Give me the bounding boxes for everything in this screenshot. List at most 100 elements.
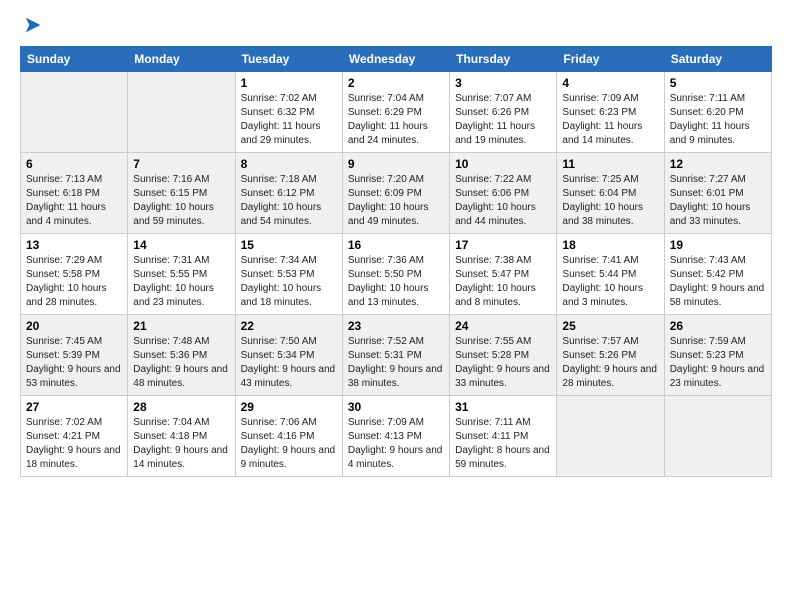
column-header-tuesday: Tuesday [235, 47, 342, 72]
day-info: Sunrise: 7:16 AM Sunset: 6:15 PM Dayligh… [133, 173, 229, 229]
calendar-cell: 24 Sunrise: 7:55 AM Sunset: 5:28 PM Dayli… [450, 315, 557, 396]
day-number: 13 [26, 238, 122, 252]
day-number: 3 [455, 76, 551, 90]
day-info: Sunrise: 7:07 AM Sunset: 6:26 PM Dayligh… [455, 92, 551, 148]
calendar-cell: 23 Sunrise: 7:52 AM Sunset: 5:31 PM Dayli… [342, 315, 449, 396]
calendar-week-row: 27 Sunrise: 7:02 AM Sunset: 4:21 PM Dayli… [21, 396, 772, 477]
day-info: Sunrise: 7:09 AM Sunset: 6:23 PM Dayligh… [562, 92, 658, 148]
calendar-cell [21, 72, 128, 153]
column-header-friday: Friday [557, 47, 664, 72]
day-info: Sunrise: 7:50 AM Sunset: 5:34 PM Dayligh… [241, 335, 337, 391]
calendar-cell: 5 Sunrise: 7:11 AM Sunset: 6:20 PM Daylig… [664, 72, 771, 153]
calendar-cell: 30 Sunrise: 7:09 AM Sunset: 4:13 PM Dayli… [342, 396, 449, 477]
calendar-cell: 26Sunrise: 7:59 AM Sunset: 5:23 PM Dayli… [664, 315, 771, 396]
day-info: Sunrise: 7:48 AM Sunset: 5:36 PM Dayligh… [133, 335, 229, 391]
day-info: Sunrise: 7:20 AM Sunset: 6:09 PM Dayligh… [348, 173, 444, 229]
day-number: 22 [241, 319, 337, 333]
calendar-header-row: SundayMondayTuesdayWednesdayThursdayFrid… [21, 47, 772, 72]
calendar-cell: 12 Sunrise: 7:27 AM Sunset: 6:01 PM Dayli… [664, 153, 771, 234]
day-number: 12 [670, 157, 766, 171]
day-info: Sunrise: 7:36 AM Sunset: 5:50 PM Dayligh… [348, 254, 444, 310]
header [20, 16, 772, 36]
day-number: 5 [670, 76, 766, 90]
calendar-cell: 3 Sunrise: 7:07 AM Sunset: 6:26 PM Daylig… [450, 72, 557, 153]
day-number: 2 [348, 76, 444, 90]
day-number: 6 [26, 157, 122, 171]
day-info: Sunrise: 7:52 AM Sunset: 5:31 PM Dayligh… [348, 335, 444, 391]
calendar-cell: 1 Sunrise: 7:02 AM Sunset: 6:32 PM Daylig… [235, 72, 342, 153]
day-number: 17 [455, 238, 551, 252]
day-number: 28 [133, 400, 229, 414]
day-number: 11 [562, 157, 658, 171]
day-number: 15 [241, 238, 337, 252]
day-info: Sunrise: 7:02 AM Sunset: 6:32 PM Dayligh… [241, 92, 337, 148]
calendar-cell: 4 Sunrise: 7:09 AM Sunset: 6:23 PM Daylig… [557, 72, 664, 153]
calendar-cell: 27 Sunrise: 7:02 AM Sunset: 4:21 PM Dayli… [21, 396, 128, 477]
day-number: 30 [348, 400, 444, 414]
day-number: 24 [455, 319, 551, 333]
day-number: 25 [562, 319, 658, 333]
calendar-cell: 29Sunrise: 7:06 AM Sunset: 4:16 PM Dayli… [235, 396, 342, 477]
calendar-cell: 31 Sunrise: 7:11 AM Sunset: 4:11 PM Dayli… [450, 396, 557, 477]
calendar-cell: 22 Sunrise: 7:50 AM Sunset: 5:34 PM Dayli… [235, 315, 342, 396]
day-info: Sunrise: 7:29 AM Sunset: 5:58 PM Dayligh… [26, 254, 122, 310]
calendar-cell: 9 Sunrise: 7:20 AM Sunset: 6:09 PM Daylig… [342, 153, 449, 234]
calendar-week-row: 1 Sunrise: 7:02 AM Sunset: 6:32 PM Daylig… [21, 72, 772, 153]
day-number: 1 [241, 76, 337, 90]
calendar-cell: 6 Sunrise: 7:13 AM Sunset: 6:18 PM Daylig… [21, 153, 128, 234]
calendar-cell: 2 Sunrise: 7:04 AM Sunset: 6:29 PM Daylig… [342, 72, 449, 153]
day-number: 27 [26, 400, 122, 414]
day-info: Sunrise: 7:02 AM Sunset: 4:21 PM Dayligh… [26, 416, 122, 472]
day-number: 26 [670, 319, 766, 333]
calendar-cell: 19 Sunrise: 7:43 AM Sunset: 5:42 PM Dayli… [664, 234, 771, 315]
day-number: 8 [241, 157, 337, 171]
day-info: Sunrise: 7:55 AM Sunset: 5:28 PM Dayligh… [455, 335, 551, 391]
day-number: 21 [133, 319, 229, 333]
day-number: 18 [562, 238, 658, 252]
calendar-cell: 15 Sunrise: 7:34 AM Sunset: 5:53 PM Dayli… [235, 234, 342, 315]
calendar-cell: 8Sunrise: 7:18 AM Sunset: 6:12 PM Daylig… [235, 153, 342, 234]
logo-arrow-icon [22, 14, 44, 36]
day-number: 31 [455, 400, 551, 414]
calendar-cell: 16Sunrise: 7:36 AM Sunset: 5:50 PM Dayli… [342, 234, 449, 315]
day-info: Sunrise: 7:22 AM Sunset: 6:06 PM Dayligh… [455, 173, 551, 229]
logo [20, 16, 44, 36]
day-info: Sunrise: 7:11 AM Sunset: 4:11 PM Dayligh… [455, 416, 551, 472]
day-info: Sunrise: 7:31 AM Sunset: 5:55 PM Dayligh… [133, 254, 229, 310]
day-info: Sunrise: 7:06 AM Sunset: 4:16 PM Dayligh… [241, 416, 337, 472]
calendar-week-row: 6 Sunrise: 7:13 AM Sunset: 6:18 PM Daylig… [21, 153, 772, 234]
calendar-cell: 28 Sunrise: 7:04 AM Sunset: 4:18 PM Dayli… [128, 396, 235, 477]
day-number: 7 [133, 157, 229, 171]
calendar-cell: 13 Sunrise: 7:29 AM Sunset: 5:58 PM Dayli… [21, 234, 128, 315]
day-number: 9 [348, 157, 444, 171]
day-info: Sunrise: 7:11 AM Sunset: 6:20 PM Dayligh… [670, 92, 766, 148]
column-header-sunday: Sunday [21, 47, 128, 72]
day-info: Sunrise: 7:04 AM Sunset: 6:29 PM Dayligh… [348, 92, 444, 148]
calendar-cell: 25 Sunrise: 7:57 AM Sunset: 5:26 PM Dayli… [557, 315, 664, 396]
day-info: Sunrise: 7:25 AM Sunset: 6:04 PM Dayligh… [562, 173, 658, 229]
day-number: 4 [562, 76, 658, 90]
calendar-table: SundayMondayTuesdayWednesdayThursdayFrid… [20, 46, 772, 477]
column-header-saturday: Saturday [664, 47, 771, 72]
column-header-wednesday: Wednesday [342, 47, 449, 72]
day-info: Sunrise: 7:13 AM Sunset: 6:18 PM Dayligh… [26, 173, 122, 229]
day-number: 20 [26, 319, 122, 333]
calendar-cell: 14Sunrise: 7:31 AM Sunset: 5:55 PM Dayli… [128, 234, 235, 315]
column-header-monday: Monday [128, 47, 235, 72]
day-info: Sunrise: 7:04 AM Sunset: 4:18 PM Dayligh… [133, 416, 229, 472]
calendar-cell [128, 72, 235, 153]
day-info: Sunrise: 7:38 AM Sunset: 5:47 PM Dayligh… [455, 254, 551, 310]
calendar-cell: 10Sunrise: 7:22 AM Sunset: 6:06 PM Dayli… [450, 153, 557, 234]
day-info: Sunrise: 7:57 AM Sunset: 5:26 PM Dayligh… [562, 335, 658, 391]
calendar-cell: 20Sunrise: 7:45 AM Sunset: 5:39 PM Dayli… [21, 315, 128, 396]
day-number: 23 [348, 319, 444, 333]
calendar-cell: 7 Sunrise: 7:16 AM Sunset: 6:15 PM Daylig… [128, 153, 235, 234]
day-info: Sunrise: 7:43 AM Sunset: 5:42 PM Dayligh… [670, 254, 766, 310]
calendar-cell: 21 Sunrise: 7:48 AM Sunset: 5:36 PM Dayli… [128, 315, 235, 396]
calendar-week-row: 20Sunrise: 7:45 AM Sunset: 5:39 PM Dayli… [21, 315, 772, 396]
day-info: Sunrise: 7:27 AM Sunset: 6:01 PM Dayligh… [670, 173, 766, 229]
column-header-thursday: Thursday [450, 47, 557, 72]
day-info: Sunrise: 7:09 AM Sunset: 4:13 PM Dayligh… [348, 416, 444, 472]
day-number: 19 [670, 238, 766, 252]
day-info: Sunrise: 7:34 AM Sunset: 5:53 PM Dayligh… [241, 254, 337, 310]
